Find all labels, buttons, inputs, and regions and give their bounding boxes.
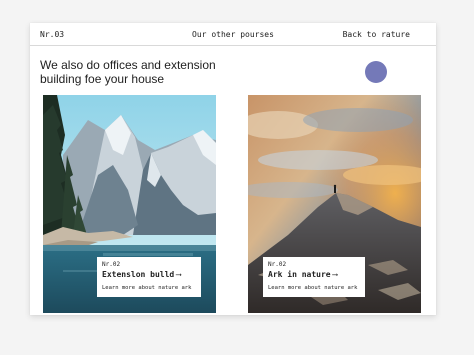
intro-heading: We also do offices and extension buildin… <box>40 58 260 86</box>
project-card-ark[interactable]: Nr.02 Ark in nature ⟶ Learn more about na… <box>248 95 421 313</box>
arrow-right-icon: ⟶ <box>176 270 182 279</box>
card-label-ark[interactable]: Nr.02 Ark in nature ⟶ Learn more about na… <box>263 257 365 297</box>
card-label-extension[interactable]: Nr.02 Extenslon bulld ⟶ Learn more about … <box>97 257 201 297</box>
project-card-extension[interactable]: Nr.02 Extenslon bulld ⟶ Learn more about … <box>43 95 216 313</box>
card-title-row: Extenslon bulld ⟶ <box>102 270 181 279</box>
card-title: Ark in nature <box>268 270 331 279</box>
card-title: Extenslon bulld <box>102 270 175 279</box>
card-subtitle: Learn more about nature ark <box>268 285 358 291</box>
back-link[interactable]: Back to rature <box>343 30 410 39</box>
card-number: Nr.02 <box>102 261 121 268</box>
arrow-right-icon: ⟶ <box>332 270 338 279</box>
accent-dot <box>365 61 387 83</box>
intro-line-2: building foe your house <box>40 72 165 86</box>
card-subtitle: Learn more about nature ark <box>102 285 192 291</box>
intro-line-1: We also do offices and extension <box>40 58 216 72</box>
card-title-row: Ark in nature ⟶ <box>268 270 337 279</box>
top-bar: Nr.03 Our other pourses Back to rature <box>30 23 436 46</box>
page-card: Nr.03 Our other pourses Back to rature W… <box>30 23 436 315</box>
card-number: Nr.02 <box>268 261 287 268</box>
